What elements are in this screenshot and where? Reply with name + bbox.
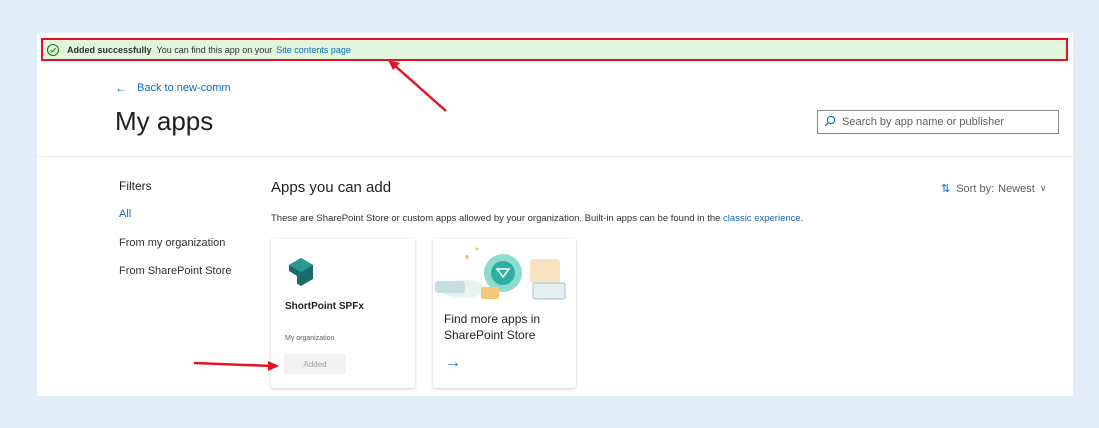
banner-annotation-arrow — [392, 63, 447, 112]
annotation-arrows — [193, 60, 447, 371]
added-annotation-arrowhead — [268, 361, 279, 371]
added-annotation-arrow — [193, 361, 273, 368]
